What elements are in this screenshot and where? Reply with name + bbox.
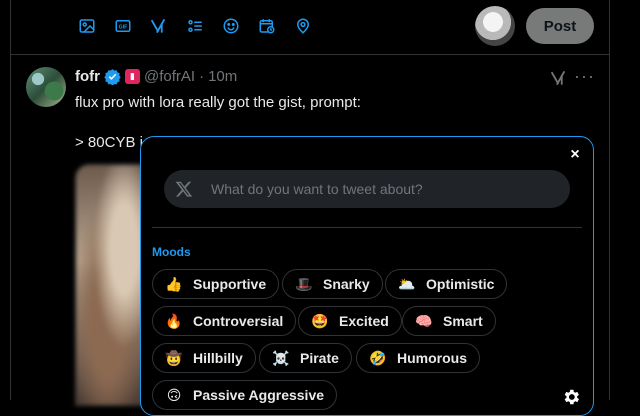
mood-label: Pirate [300, 350, 339, 366]
separator-dot: · [199, 68, 205, 85]
sun-cloud-icon: 🌥️ [398, 275, 416, 292]
gif-icon-label: GIF [119, 25, 129, 31]
more-options-icon[interactable]: ··· [574, 67, 594, 87]
composer-toolbar: GIF Post [11, 0, 609, 55]
upside-down-face-icon: 🙃 [166, 386, 182, 403]
gif-icon[interactable]: GIF [113, 16, 133, 36]
author-handle[interactable]: @fofrAI [144, 68, 195, 85]
top-hat-icon: 🎩 [295, 275, 313, 292]
post-button[interactable]: Post [526, 8, 594, 44]
mood-label: Supportive [193, 276, 267, 292]
tweet-header: fofr ▮ @fofrAI · 10m [75, 68, 237, 85]
prompt-field[interactable] [164, 170, 570, 208]
mood-label: Passive Aggressive [193, 387, 325, 403]
verified-badge-icon [104, 69, 121, 85]
avatar[interactable] [26, 67, 66, 107]
image-icon[interactable] [77, 16, 97, 36]
moods-heading: Moods [152, 245, 191, 259]
mood-label: Smart [443, 313, 483, 329]
x-logo-icon [175, 181, 193, 197]
mood-smart[interactable]: 🧠 Smart [402, 306, 496, 336]
affiliate-badge-icon: ▮ [125, 69, 140, 84]
mood-passive-aggressive[interactable]: 🙃 Passive Aggressive [152, 380, 338, 410]
mood-label: Controversial [193, 313, 284, 329]
author-name[interactable]: fofr [75, 68, 100, 85]
grok-icon[interactable] [549, 69, 567, 87]
mood-optimistic[interactable]: 🌥️ Optimistic [385, 269, 508, 299]
mood-label: Humorous [397, 350, 467, 366]
mood-pirate[interactable]: ☠️ Pirate [259, 343, 352, 373]
close-icon[interactable]: × [567, 147, 583, 163]
mood-snarky[interactable]: 🎩 Snarky [282, 269, 383, 299]
mood-humorous[interactable]: 🤣 Humorous [356, 343, 480, 373]
divider [152, 227, 582, 228]
star-eyes-icon: 🤩 [311, 312, 329, 329]
thumbs-up-icon: 👍 [165, 275, 183, 292]
mood-excited[interactable]: 🤩 Excited [298, 306, 402, 336]
account-avatar[interactable] [475, 6, 515, 46]
rofl-icon: 🤣 [369, 349, 387, 366]
mood-label: Optimistic [426, 276, 495, 292]
tweet-timestamp[interactable]: 10m [208, 68, 237, 85]
gear-icon[interactable] [561, 387, 581, 407]
mood-controversial[interactable]: 🔥 Controversial [152, 306, 297, 336]
cowboy-icon: 🤠 [165, 349, 183, 366]
location-icon[interactable] [293, 16, 313, 36]
mood-label: Hillbilly [193, 350, 243, 366]
brain-icon: 🧠 [415, 312, 433, 329]
fire-icon: 🔥 [165, 312, 183, 329]
schedule-icon[interactable] [257, 16, 277, 36]
tweet-text: flux pro with lora really got the gist, … [75, 94, 361, 111]
grok-compose-popup: × Moods 👍 Supportive 🎩 Snarky 🌥️ Optimis… [140, 136, 594, 416]
mood-label: Snarky [323, 276, 370, 292]
mood-hillbilly[interactable]: 🤠 Hillbilly [152, 343, 256, 373]
tweet-text-prompt: > 80CYB i [75, 134, 143, 151]
skull-crossbones-icon: ☠️ [272, 349, 290, 366]
poll-icon[interactable] [185, 16, 205, 36]
prompt-input[interactable] [209, 180, 553, 198]
mood-label: Excited [339, 313, 389, 329]
emoji-icon[interactable] [221, 16, 241, 36]
mood-supportive[interactable]: 👍 Supportive [152, 269, 280, 299]
grok-icon[interactable] [148, 16, 168, 36]
